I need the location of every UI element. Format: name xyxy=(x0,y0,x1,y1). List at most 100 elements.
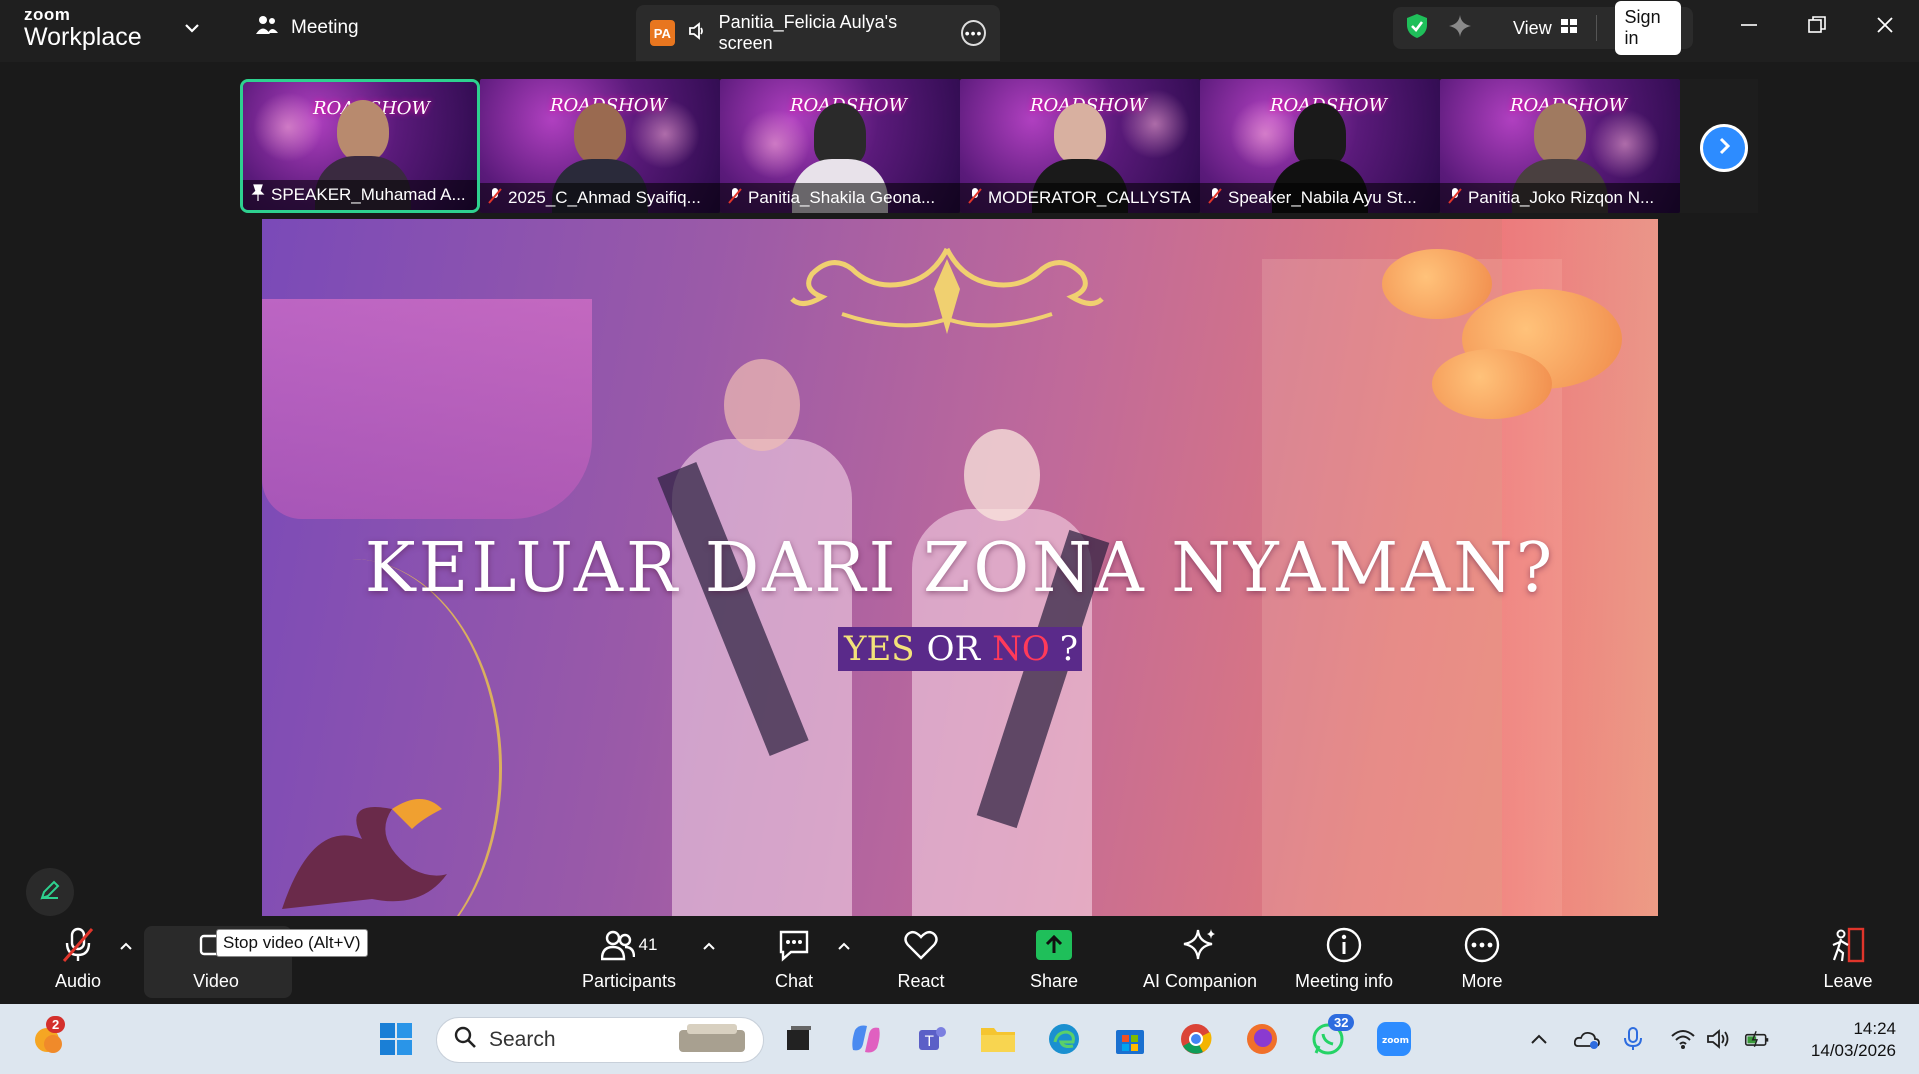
video-thumbnail-strip: ROADSHOW SPEAKER_Muhamad A... ROADSHOW 2… xyxy=(240,79,1680,213)
tile-label: MODERATOR_CALLYSTA xyxy=(960,183,1200,213)
question-mark: ? xyxy=(1055,627,1082,671)
volume-icon[interactable] xyxy=(1706,1026,1732,1052)
muted-mic-icon xyxy=(1208,187,1222,210)
microsoft-store-icon[interactable] xyxy=(1112,1021,1148,1057)
participants-button[interactable]: 41 Participants xyxy=(574,916,684,1002)
react-button[interactable]: React xyxy=(891,916,951,1002)
participant-name: Panitia_Joko Rizqon N... xyxy=(1468,188,1655,207)
copilot-icon[interactable] xyxy=(848,1021,884,1057)
participants-icon: 41 xyxy=(600,927,658,963)
chat-options-caret-icon[interactable] xyxy=(836,938,852,954)
or-text: OR xyxy=(920,627,987,671)
svg-text:T: T xyxy=(924,1034,934,1050)
video-tile[interactable]: ROADSHOW SPEAKER_Muhamad A... xyxy=(240,79,480,213)
chevron-right-icon xyxy=(1713,135,1735,162)
video-tile[interactable]: ROADSHOW Panitia_Joko Rizqon N... xyxy=(1440,79,1680,213)
brand-workplace: Workplace xyxy=(24,23,142,51)
chevron-up-icon[interactable] xyxy=(1526,1026,1552,1052)
teams-icon[interactable]: T xyxy=(914,1021,950,1057)
close-icon[interactable] xyxy=(1870,10,1900,40)
audio-options-caret-icon[interactable] xyxy=(118,938,134,954)
file-explorer-icon[interactable] xyxy=(980,1021,1016,1057)
onedrive-icon[interactable] xyxy=(1574,1026,1600,1052)
taskbar-search-input[interactable]: Search xyxy=(436,1017,764,1063)
muted-mic-icon xyxy=(1448,187,1462,210)
chat-button[interactable]: Chat xyxy=(764,916,824,1002)
meeting-info-label: Meeting info xyxy=(1294,970,1394,991)
more-label: More xyxy=(1461,970,1503,991)
search-placeholder: Search xyxy=(489,1028,556,1051)
video-tile[interactable]: ROADSHOW 2025_C_Ahmad Syaifiq... xyxy=(480,79,720,213)
slide-headline: KELUAR DARI ZONA NYAMAN? xyxy=(364,529,1556,608)
muted-mic-icon xyxy=(728,187,742,210)
system-clock[interactable]: 14:24 14/03/2026 xyxy=(1786,1018,1896,1062)
next-thumbnails-button[interactable] xyxy=(1700,124,1748,172)
firefox-icon[interactable] xyxy=(1244,1021,1280,1057)
share-screen-icon xyxy=(1035,927,1073,963)
sign-in-button[interactable]: Sign in xyxy=(1614,1,1681,55)
cloud-decoration xyxy=(1382,249,1492,319)
wifi-icon[interactable] xyxy=(1670,1026,1696,1052)
muted-mic-icon xyxy=(488,187,502,210)
app-logo: zoom Workplace xyxy=(24,6,142,50)
whatsapp-badge: 32 xyxy=(1328,1014,1355,1031)
annotate-button[interactable] xyxy=(26,868,74,916)
stage-decoration xyxy=(262,299,592,519)
participant-name: SPEAKER_Muhamad A... xyxy=(271,185,466,204)
participants-count: 41 xyxy=(638,934,658,954)
leave-label: Leave xyxy=(1823,970,1873,991)
video-tooltip: Stop video (Alt+V) xyxy=(216,929,368,957)
ai-companion-button[interactable]: AI Companion xyxy=(1138,916,1262,1002)
pencil-icon xyxy=(38,878,62,907)
task-view-icon[interactable] xyxy=(780,1021,816,1057)
speaker-icon xyxy=(687,21,707,46)
chrome-icon[interactable] xyxy=(1178,1021,1214,1057)
video-tile[interactable]: ROADSHOW Speaker_Nabila Ayu St... xyxy=(1200,79,1440,213)
zoom-app-icon[interactable]: zoom xyxy=(1376,1021,1412,1057)
hornbill-illustration xyxy=(282,799,447,909)
title-bar: zoom Workplace Meeting PA Panitia_Felici… xyxy=(0,0,1919,62)
cloud-decoration xyxy=(1432,349,1552,419)
no-text: NO xyxy=(986,627,1056,671)
tile-label: Panitia_Joko Rizqon N... xyxy=(1440,183,1680,213)
chevron-down-icon[interactable] xyxy=(182,18,202,38)
tile-label: Speaker_Nabila Ayu St... xyxy=(1200,183,1440,213)
view-button[interactable]: View xyxy=(1513,18,1578,39)
edge-icon[interactable] xyxy=(1046,1021,1082,1057)
battery-icon[interactable] xyxy=(1744,1026,1770,1052)
svg-text:zoom: zoom xyxy=(1382,1036,1409,1046)
view-button-label: View xyxy=(1513,17,1552,38)
audio-button[interactable]: Audio xyxy=(48,916,108,1002)
grid-icon xyxy=(1560,18,1578,39)
participant-name: MODERATOR_CALLYSTA xyxy=(988,188,1191,207)
clock-time: 14:24 xyxy=(1853,1019,1896,1038)
yes-text: YES xyxy=(838,627,921,671)
restore-icon[interactable] xyxy=(1802,10,1832,40)
chat-icon xyxy=(777,927,811,963)
pin-icon xyxy=(251,183,265,207)
leave-button[interactable]: Leave xyxy=(1818,916,1878,1002)
video-tile[interactable]: ROADSHOW Panitia_Shakila Geona... xyxy=(720,79,960,213)
more-button[interactable]: More xyxy=(1452,916,1512,1002)
clock-date: 14/03/2026 xyxy=(1810,1041,1896,1060)
video-tile[interactable]: ROADSHOW MODERATOR_CALLYSTA xyxy=(960,79,1200,213)
more-icon xyxy=(1464,927,1500,963)
participant-name: 2025_C_Ahmad Syaifiq... xyxy=(508,188,701,207)
more-options-icon[interactable]: ••• xyxy=(961,20,986,46)
microphone-tray-icon[interactable] xyxy=(1620,1026,1646,1052)
tile-label: 2025_C_Ahmad Syaifiq... xyxy=(480,183,720,213)
meeting-info-button[interactable]: Meeting info xyxy=(1288,916,1400,1002)
security-shield-icon[interactable] xyxy=(1405,13,1429,44)
divider xyxy=(1595,15,1597,41)
windows-start-icon[interactable] xyxy=(378,1021,414,1057)
shared-screen-tab[interactable]: PA Panitia_Felicia Aulya's screen ••• xyxy=(636,5,1000,61)
ai-sparkle-icon[interactable] xyxy=(1447,13,1473,44)
participant-name: Panitia_Shakila Geona... xyxy=(748,188,936,207)
participants-options-caret-icon[interactable] xyxy=(701,938,717,954)
meeting-tab[interactable]: Meeting xyxy=(255,14,359,42)
heart-icon xyxy=(903,927,939,963)
minimize-icon[interactable] xyxy=(1734,10,1764,40)
share-button[interactable]: Share xyxy=(1024,916,1084,1002)
search-icon xyxy=(453,1025,477,1055)
brand-zoom: zoom xyxy=(24,5,71,24)
